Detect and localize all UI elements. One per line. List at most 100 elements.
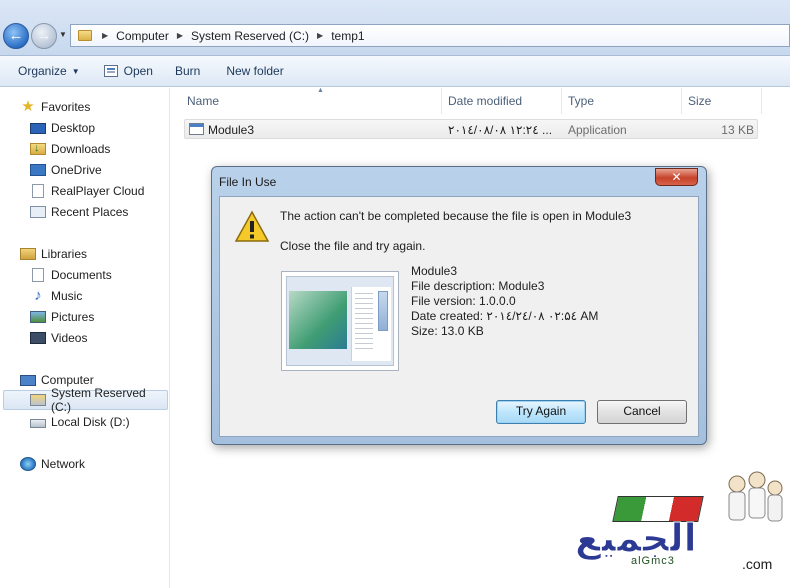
- burn-label: Burn: [174, 64, 201, 78]
- nav-label: Computer: [41, 373, 94, 387]
- new-folder-button[interactable]: New folder: [218, 59, 291, 83]
- column-header-size[interactable]: Size: [682, 88, 762, 114]
- music-icon: ♪: [34, 287, 42, 304]
- nav-realplayer-cloud[interactable]: RealPlayer Cloud: [30, 181, 168, 201]
- watermark-sub-text: alGmc3: [631, 555, 675, 567]
- nav-recent-places[interactable]: Recent Places: [30, 202, 168, 222]
- column-label: Type: [568, 94, 595, 108]
- column-header-date-modified[interactable]: Date modified: [442, 88, 562, 114]
- chevron-right-icon[interactable]: ▶: [177, 31, 183, 40]
- nav-desktop[interactable]: Desktop: [30, 118, 168, 138]
- info-date-created: Date created: ۲۰۱٤/۲٤/۰۸ ۰۲:۵٤ AM: [411, 309, 599, 323]
- back-arrow-icon[interactable]: ←: [3, 23, 29, 49]
- thumbnail-lines: [355, 293, 373, 353]
- nav-pictures[interactable]: Pictures: [30, 307, 168, 327]
- file-size: 13 KB: [721, 123, 754, 137]
- folder-icon: [78, 30, 92, 41]
- sort-up-icon: ▲: [317, 87, 324, 94]
- chevron-down-icon: ▼: [71, 66, 80, 76]
- nav-music[interactable]: ♪ Music: [30, 286, 168, 306]
- watermark-arabic-text: الجميع: [575, 516, 698, 561]
- open-app-icon: [103, 65, 118, 77]
- new-folder-label: New folder: [226, 64, 284, 78]
- address-box[interactable]: ▶ Computer ▶ System Reserved (C:) ▶ temp…: [70, 24, 790, 47]
- address-bar-area: ← → ▼ ▶ Computer ▶ System Reserved (C:) …: [0, 0, 790, 56]
- nav-label: RealPlayer Cloud: [51, 184, 145, 198]
- nav-label: Documents: [51, 268, 112, 282]
- nav-downloads[interactable]: Downloads: [30, 139, 168, 159]
- open-button[interactable]: Open: [96, 59, 161, 83]
- nav-label: System Reserved (C:): [51, 386, 146, 414]
- nav-label: OneDrive: [51, 163, 102, 177]
- nav-favorites[interactable]: ★ Favorites: [20, 97, 168, 117]
- info-description: File description: Module3: [411, 279, 545, 293]
- column-label: Size: [688, 94, 712, 108]
- dialog-message: The action can't be completed because th…: [280, 209, 632, 223]
- thumbnail-image: [289, 291, 347, 349]
- hard-drive-icon: [30, 419, 46, 428]
- mascot-people-icon: [728, 471, 783, 522]
- file-thumbnail: [281, 271, 399, 371]
- burn-button[interactable]: Burn: [167, 59, 208, 83]
- videos-icon: [30, 332, 46, 344]
- nav-label: Videos: [51, 331, 88, 345]
- documents-icon: [32, 268, 44, 282]
- thumbnail-scrollbar: [378, 291, 388, 331]
- try-again-button[interactable]: Try Again: [496, 400, 586, 424]
- nav-libraries[interactable]: Libraries: [20, 244, 168, 264]
- close-button[interactable]: ✕: [655, 168, 698, 186]
- dialog-title: File In Use: [219, 175, 277, 189]
- nav-network[interactable]: Network: [20, 454, 168, 474]
- organize-button[interactable]: Organize ▼: [10, 59, 88, 83]
- file-name: Module3: [208, 123, 255, 137]
- pictures-icon: [30, 311, 46, 323]
- organize-label: Organize: [18, 64, 67, 78]
- nav-label: Network: [41, 457, 86, 471]
- chevron-right-icon[interactable]: ▶: [102, 31, 108, 40]
- downloads-icon: [30, 142, 46, 155]
- libraries-icon: [20, 248, 36, 260]
- recent-pages-dropdown-icon[interactable]: ▼: [59, 30, 67, 39]
- nav-system-reserved[interactable]: System Reserved (C:): [3, 386, 168, 414]
- thumbnail-window: [286, 276, 394, 366]
- info-name: Module3: [411, 264, 458, 278]
- chevron-right-icon[interactable]: ▶: [317, 31, 323, 40]
- breadcrumb-temp1[interactable]: temp1: [331, 29, 364, 43]
- star-icon: ★: [21, 98, 35, 115]
- watermark-domain: .com: [742, 556, 773, 572]
- nav-onedrive[interactable]: OneDrive: [30, 160, 168, 180]
- nav-label: Local Disk (D:): [51, 415, 130, 429]
- site-watermark: الجميع alGmc3 .com: [575, 470, 790, 588]
- nav-label: Recent Places: [51, 205, 129, 219]
- breadcrumb-system-reserved[interactable]: System Reserved (C:): [191, 29, 309, 43]
- navigation-pane: ★ Favorites Desktop Downloads OneDrive R…: [0, 88, 170, 588]
- nav-label: Pictures: [51, 310, 95, 324]
- command-bar: Organize ▼ Open Burn New folder: [0, 56, 790, 87]
- column-header-type[interactable]: Type: [562, 88, 682, 114]
- recent-places-icon: [30, 206, 46, 218]
- nav-label: Music: [51, 289, 83, 303]
- cancel-button[interactable]: Cancel: [597, 400, 687, 424]
- breadcrumb-computer[interactable]: Computer: [116, 29, 169, 43]
- column-label: Name: [187, 94, 220, 108]
- desktop-icon: [30, 122, 46, 134]
- dialog-instruction: Close the file and try again.: [280, 239, 426, 253]
- file-in-use-dialog: File In Use ✕ The action can't be comple…: [211, 166, 707, 445]
- dialog-body: The action can't be completed because th…: [219, 196, 699, 437]
- nav-videos[interactable]: Videos: [30, 328, 168, 348]
- column-header-name[interactable]: Name ▲: [181, 87, 442, 114]
- nav-label: Downloads: [51, 142, 111, 156]
- open-label: Open: [123, 64, 153, 78]
- nav-label: Desktop: [51, 121, 96, 135]
- nav-local-disk[interactable]: Local Disk (D:): [30, 412, 168, 432]
- network-icon: [20, 457, 36, 471]
- info-size: Size: 13.0 KB: [411, 324, 484, 338]
- file-row-module3[interactable]: Module3 ۲۰۱٤/۰۸/۰۸ ۱۲:۲٤ ... Application…: [184, 119, 758, 139]
- forward-arrow-icon[interactable]: →: [31, 23, 57, 49]
- nav-label: Libraries: [41, 247, 88, 261]
- computer-icon: [20, 374, 36, 386]
- onedrive-icon: [30, 164, 46, 176]
- nav-documents[interactable]: Documents: [30, 265, 168, 285]
- application-icon: [189, 123, 204, 135]
- file-date-modified: ۲۰۱٤/۰۸/۰۸ ۱۲:۲٤ ...: [448, 123, 553, 137]
